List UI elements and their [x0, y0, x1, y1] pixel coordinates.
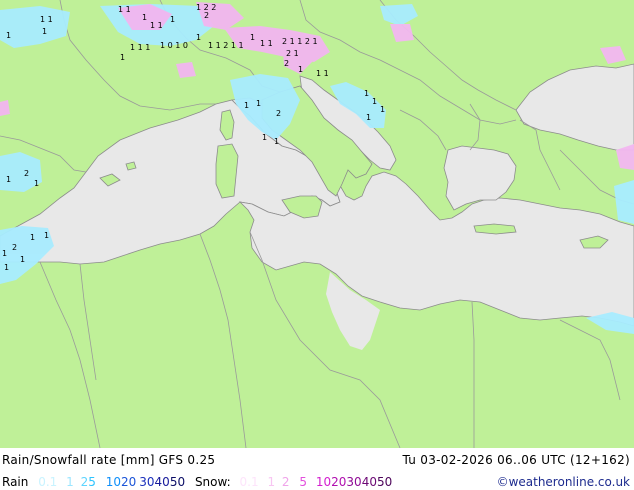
svg-text:1: 1 [30, 233, 35, 242]
snow-step-0: 0.1 [239, 475, 259, 489]
svg-text:1: 1 [262, 133, 267, 142]
svg-text:1 1: 1 1 [40, 15, 53, 24]
snow-step-1: 1 [267, 475, 276, 489]
svg-text:2: 2 [204, 11, 209, 20]
svg-text:1: 1 [366, 113, 371, 122]
svg-text:1: 1 [4, 263, 9, 272]
svg-text:1: 1 [142, 13, 147, 22]
svg-text:1: 1 [196, 33, 201, 42]
map-title: Rain/Snowfall rate [mm] GFS 0.25 [2, 453, 216, 467]
svg-text:1: 1 [380, 105, 385, 114]
snow-step-5: 20 [331, 475, 347, 489]
credit-link[interactable]: ©weatheronline.co.uk [497, 475, 630, 489]
forecast-datetime: Tu 03-02-2026 06..06 UTC (12+162) [402, 453, 630, 467]
snow-step-4: 10 [315, 475, 332, 489]
svg-text:1: 1 [170, 15, 175, 24]
sardinia [215, 143, 239, 199]
rain-label: Rain [2, 475, 29, 489]
svg-text:2 1 1 2 1: 2 1 1 2 1 [282, 37, 318, 46]
snow-step-6: 30 [346, 475, 362, 489]
svg-text:1: 1 [364, 89, 369, 98]
svg-text:1: 1 [6, 31, 11, 40]
svg-text:2: 2 [276, 109, 281, 118]
svg-text:2: 2 [12, 243, 17, 252]
rain-step-5: 20 [120, 475, 137, 489]
svg-text:1: 1 [120, 53, 125, 62]
svg-text:1 1: 1 1 [150, 21, 163, 30]
svg-text:2: 2 [24, 169, 29, 178]
svg-text:1 0 1 0: 1 0 1 0 [160, 41, 188, 50]
snow-step-7: 40 [361, 475, 377, 489]
rain-step-1: 1 [66, 475, 74, 489]
legend-bar: Rain/Snowfall rate [mm] GFS 0.25 Tu 03-0… [0, 448, 634, 490]
rain-step-4: 10 [105, 475, 121, 489]
svg-text:1: 1 [42, 27, 47, 36]
snow-step-2: 2 [281, 475, 290, 489]
snow-label: Snow: [194, 475, 231, 489]
svg-text:1: 1 [250, 33, 255, 42]
svg-text:1: 1 [298, 65, 303, 74]
snow-step-8: 50 [376, 475, 393, 489]
svg-text:1: 1 [372, 97, 377, 106]
rain-step-6: 30 [139, 475, 155, 489]
rain-step-3: 5 [88, 475, 96, 489]
svg-text:1: 1 [20, 255, 25, 264]
svg-text:1: 1 [34, 179, 39, 188]
rain-step-8: 50 [169, 475, 186, 489]
snow-step-3: 5 [299, 475, 308, 489]
svg-text:2 1: 2 1 [286, 49, 299, 58]
rain-step-0: 0.1 [38, 475, 58, 489]
precipitation-map: 1 1 1 1 1 1 1 2 2 2 1 1 1 1 1 1 1 1 1 0 … [0, 0, 634, 448]
svg-text:1: 1 [6, 175, 11, 184]
svg-text:1 1 1: 1 1 1 [130, 43, 150, 52]
crete [473, 223, 517, 235]
svg-text:1: 1 [256, 99, 261, 108]
svg-text:1 1: 1 1 [316, 69, 329, 78]
svg-text:1 1 2 1 1: 1 1 2 1 1 [208, 41, 244, 50]
svg-text:1 1: 1 1 [118, 5, 131, 14]
rain-step-7: 40 [154, 475, 170, 489]
svg-text:1 1: 1 1 [260, 39, 273, 48]
svg-text:1: 1 [244, 101, 249, 110]
precip-scale: Rain 0.1 1 25 1020 304050 Snow: 0.1 1 2 5… [2, 475, 392, 489]
svg-text:1: 1 [274, 137, 279, 146]
svg-text:1: 1 [2, 249, 7, 258]
svg-text:1: 1 [44, 231, 49, 240]
svg-text:2: 2 [284, 59, 289, 68]
